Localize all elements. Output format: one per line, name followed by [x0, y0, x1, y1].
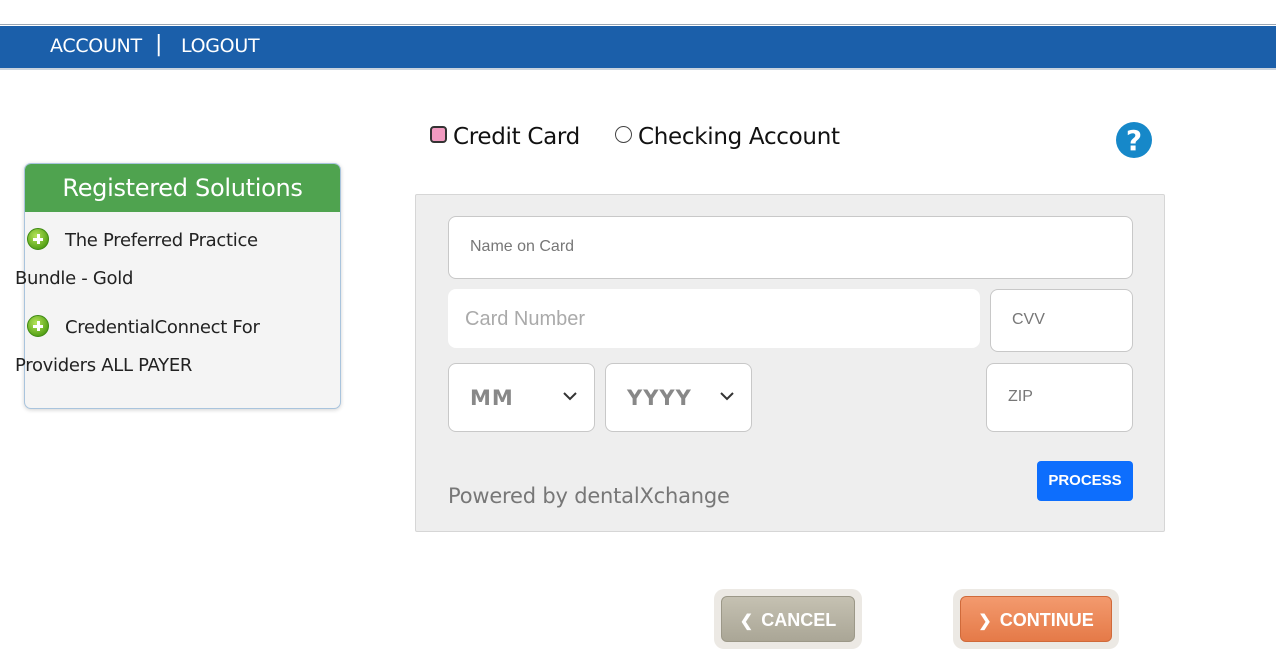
- solution-item-1-line2: Bundle - Gold: [15, 268, 134, 289]
- powered-by-text: Powered by dentalXchange: [448, 484, 730, 508]
- name-on-card-input[interactable]: Name on Card: [448, 216, 1133, 279]
- nav-logout-link[interactable]: LOGOUT: [181, 35, 260, 57]
- credit-card-option[interactable]: Credit Card: [430, 124, 580, 156]
- chevron-down-icon: [562, 388, 578, 404]
- solution-item-1-line1: The Preferred Practice: [65, 230, 258, 251]
- plus-circle-icon[interactable]: [27, 228, 49, 250]
- cancel-button-frame: ❮ CANCEL: [714, 589, 862, 649]
- continue-button-frame: ❯ CONTINUE: [953, 589, 1119, 649]
- credit-card-radio[interactable]: [430, 126, 447, 143]
- chevron-left-icon: ❮: [739, 613, 754, 630]
- zip-input[interactable]: ZIP: [986, 363, 1133, 432]
- continue-button[interactable]: ❯ CONTINUE: [960, 596, 1112, 642]
- cvv-input[interactable]: CVV: [990, 289, 1133, 352]
- solution-item-2-line1: CredentialConnect For: [65, 317, 260, 338]
- expiry-month-select[interactable]: MM: [448, 363, 595, 432]
- solution-item-2-line2: Providers ALL PAYER: [15, 355, 193, 376]
- checking-account-radio[interactable]: [615, 126, 632, 143]
- expiry-year-select[interactable]: YYYY: [605, 363, 752, 432]
- expiry-year-value: YYYY: [627, 386, 692, 410]
- cancel-label: CANCEL: [761, 610, 837, 630]
- solution-item-1: The Preferred Practice Bundle - Gold: [15, 222, 305, 298]
- plus-circle-icon[interactable]: [27, 315, 49, 337]
- solution-item-2: CredentialConnect For Providers ALL PAYE…: [15, 309, 305, 385]
- help-icon[interactable]: ?: [1116, 122, 1152, 158]
- process-button[interactable]: PROCESS: [1037, 461, 1133, 501]
- nav-account-link[interactable]: ACCOUNT: [50, 35, 142, 57]
- cancel-button[interactable]: ❮ CANCEL: [721, 596, 855, 642]
- continue-label: CONTINUE: [999, 610, 1094, 630]
- expiry-month-value: MM: [470, 386, 514, 410]
- credit-card-label: Credit Card: [453, 124, 580, 150]
- checking-account-option[interactable]: Checking Account: [615, 124, 840, 156]
- registered-solutions-title: Registered Solutions: [25, 164, 340, 212]
- chevron-down-icon: [719, 388, 735, 404]
- card-number-input[interactable]: Card Number: [448, 289, 980, 348]
- top-navbar: ACCOUNT | LOGOUT: [0, 26, 1276, 70]
- top-strip: [0, 0, 1276, 25]
- nav-separator: |: [155, 32, 163, 57]
- chevron-right-icon: ❯: [978, 613, 992, 630]
- checking-account-label: Checking Account: [638, 124, 840, 150]
